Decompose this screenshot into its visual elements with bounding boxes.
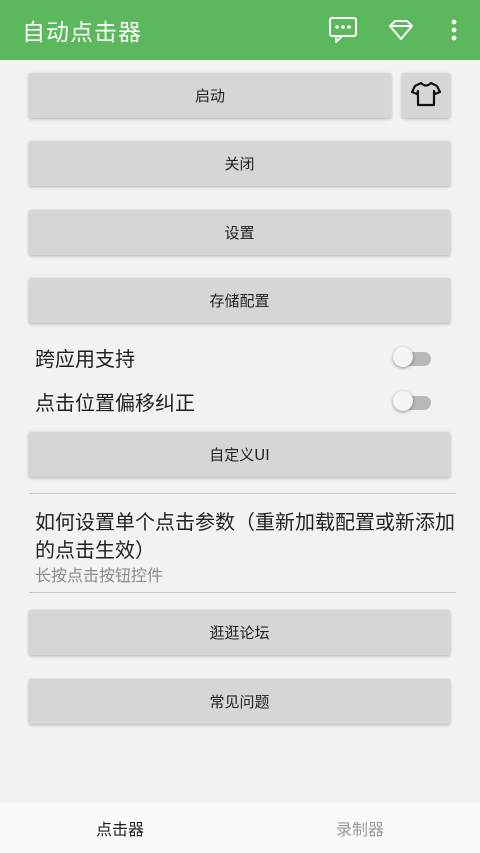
- settings-button[interactable]: 设置: [29, 210, 450, 255]
- start-button-label: 启动: [194, 87, 225, 105]
- cross-app-label: 跨应用支持: [35, 347, 135, 371]
- diamond-icon[interactable]: [386, 0, 416, 60]
- app-bar: 自动点击器: [0, 0, 480, 60]
- help-summary: 长按点击按钮控件: [35, 566, 164, 585]
- cross-app-switch[interactable]: [393, 347, 433, 367]
- switch-thumb: [393, 391, 413, 411]
- tab-recorder-label: 录制器: [335, 820, 384, 839]
- chat-icon[interactable]: [326, 0, 360, 60]
- save-config-button-label: 存储配置: [209, 292, 270, 310]
- save-config-button[interactable]: 存储配置: [29, 278, 450, 323]
- offset-fix-label: 点击位置偏移纠正: [35, 391, 195, 415]
- settings-button-label: 设置: [224, 224, 255, 242]
- app-title: 自动点击器: [22, 20, 142, 46]
- start-button[interactable]: 启动: [29, 73, 391, 118]
- theme-button[interactable]: [402, 73, 450, 118]
- switch-thumb: [393, 347, 413, 367]
- divider: [29, 592, 456, 593]
- help-title[interactable]: 如何设置单个点击参数（重新加载配置或新添加的点击生效）: [35, 508, 455, 564]
- offset-fix-row: 点击位置偏移纠正: [35, 385, 435, 415]
- offset-fix-switch[interactable]: [393, 391, 433, 411]
- shirt-icon: [410, 81, 442, 111]
- faq-button-label: 常见问题: [209, 693, 270, 711]
- faq-button[interactable]: 常见问题: [29, 679, 450, 724]
- tab-recorder[interactable]: 录制器: [240, 803, 480, 853]
- tab-clicker-label: 点击器: [95, 820, 144, 839]
- forum-button-label: 逛逛论坛: [209, 624, 270, 642]
- custom-ui-button-label: 自定义UI: [209, 446, 270, 464]
- close-button-label: 关闭: [224, 155, 255, 173]
- more-vert-icon[interactable]: [444, 0, 464, 60]
- divider: [29, 493, 456, 494]
- tab-clicker[interactable]: 点击器: [0, 803, 240, 853]
- forum-button[interactable]: 逛逛论坛: [29, 610, 450, 655]
- close-button[interactable]: 关闭: [29, 141, 450, 186]
- custom-ui-button[interactable]: 自定义UI: [29, 432, 450, 477]
- cross-app-row: 跨应用支持: [35, 341, 435, 371]
- bottom-nav: 点击器 录制器: [0, 803, 480, 853]
